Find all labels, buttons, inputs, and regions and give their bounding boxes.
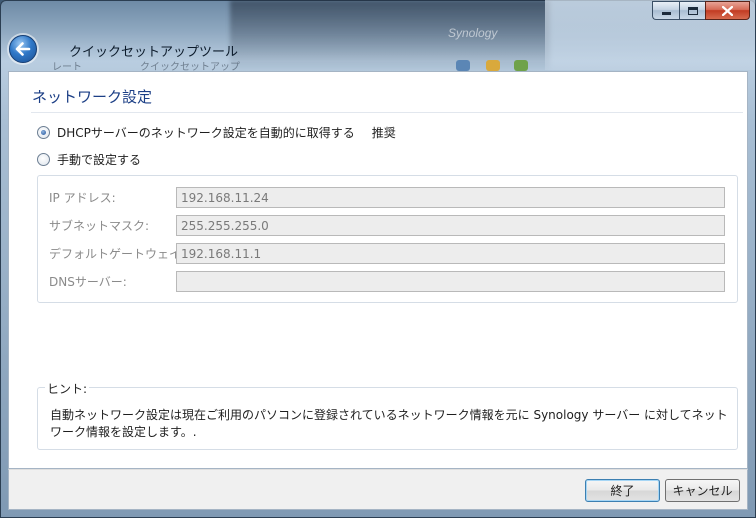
content-panel: ネットワーク設定 DHCPサーバーのネットワーク設定を自動的に取得する 推奨 手… xyxy=(8,71,748,469)
maximize-icon xyxy=(687,6,698,15)
caption-buttons xyxy=(652,1,750,20)
cancel-button[interactable]: キャンセル xyxy=(665,479,740,502)
background-brand-text: Synology xyxy=(448,26,498,40)
maximize-button[interactable] xyxy=(679,1,705,20)
background-icon xyxy=(514,60,528,71)
dns-server-field[interactable] xyxy=(176,271,725,292)
background-icon xyxy=(456,60,470,71)
default-gateway-field[interactable] xyxy=(176,243,725,264)
dns-server-label: DNSサーバー: xyxy=(49,275,127,289)
default-gateway-row: デフォルトゲートウェイ: xyxy=(49,243,725,264)
hint-box: ヒント: 自動ネットワーク設定は現在ご利用のパソコンに登録されているネットワーク… xyxy=(37,380,738,450)
minimize-button[interactable] xyxy=(652,1,679,20)
manual-radio[interactable] xyxy=(37,153,50,166)
subnet-mask-row: サブネットマスク: xyxy=(49,215,725,236)
back-arrow-icon xyxy=(15,42,31,56)
network-fields-group: IP アドレス: サブネットマスク: デフォルトゲートウェイ: DNSサーバー: xyxy=(37,175,738,303)
close-icon xyxy=(722,5,733,16)
ip-address-field[interactable] xyxy=(176,187,725,208)
background-icon xyxy=(486,60,500,71)
hint-title: ヒント: xyxy=(45,380,90,397)
divider xyxy=(31,112,743,113)
dhcp-option-label: DHCPサーバーのネットワーク設定を自動的に取得する xyxy=(57,126,355,140)
ip-address-label: IP アドレス: xyxy=(49,191,116,205)
back-button[interactable] xyxy=(9,35,37,63)
minimize-icon xyxy=(661,12,671,15)
ip-address-row: IP アドレス: xyxy=(49,187,725,208)
hint-text: 自動ネットワーク設定は現在ご利用のパソコンに登録されているネットワーク情報を元に… xyxy=(50,408,728,439)
window-title: クイックセットアップツール xyxy=(69,45,239,60)
subnet-mask-label: サブネットマスク: xyxy=(49,219,150,233)
finish-button[interactable]: 終了 xyxy=(585,479,660,502)
dhcp-radio[interactable] xyxy=(37,126,50,139)
manual-option-label: 手動で設定する xyxy=(57,153,142,167)
background-window-blur xyxy=(230,0,550,70)
close-button[interactable] xyxy=(705,1,750,20)
subnet-mask-field[interactable] xyxy=(176,215,725,236)
section-title: ネットワーク設定 xyxy=(32,88,153,106)
dns-server-row: DNSサーバー: xyxy=(49,271,725,292)
footer-bar: 終了 キャンセル xyxy=(8,469,748,510)
default-gateway-label: デフォルトゲートウェイ: xyxy=(49,247,186,261)
recommend-label: 推奨 xyxy=(371,126,396,140)
dhcp-option[interactable]: DHCPサーバーのネットワーク設定を自動的に取得する 推奨 xyxy=(37,124,396,141)
manual-option[interactable]: 手動で設定する xyxy=(37,151,141,168)
